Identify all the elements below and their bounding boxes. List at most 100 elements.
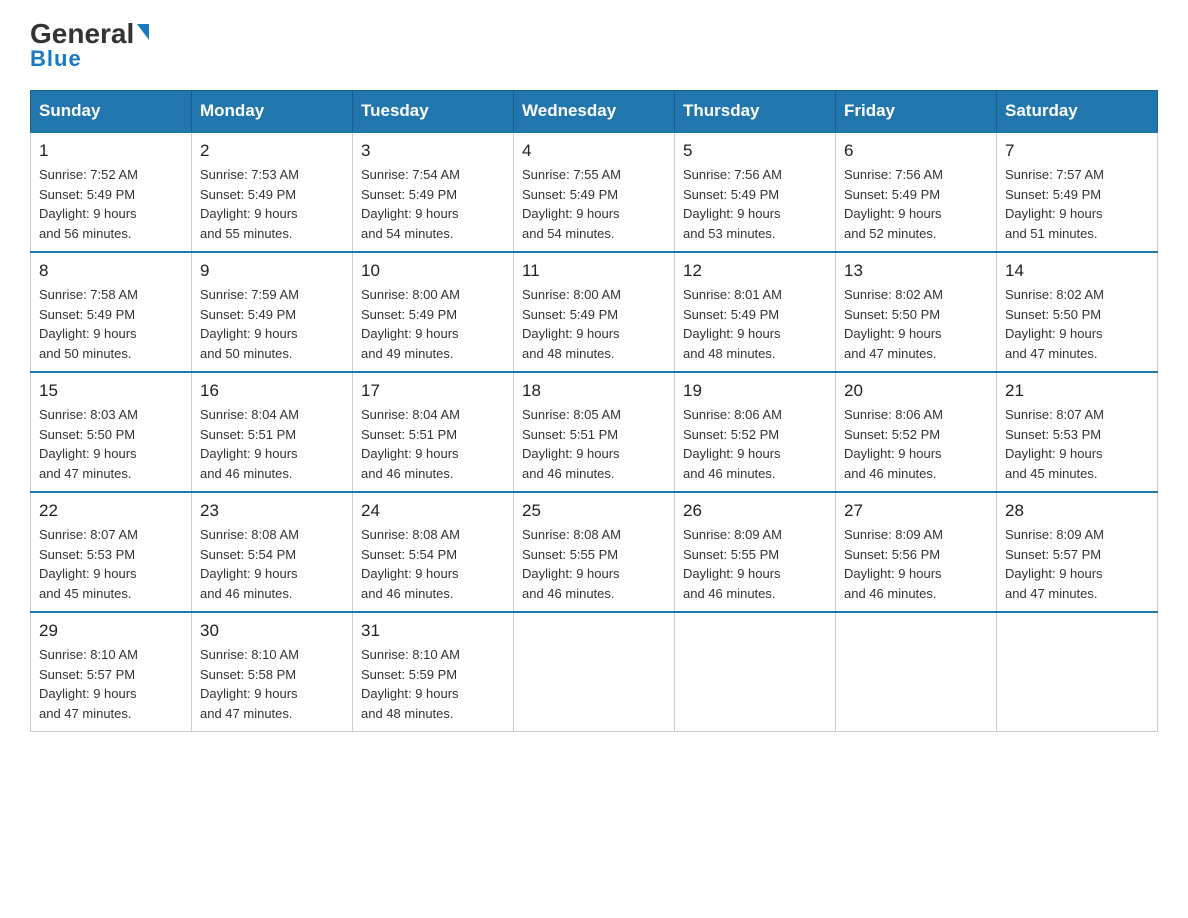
calendar-cell: 1 Sunrise: 7:52 AMSunset: 5:49 PMDaylight… [31, 132, 192, 252]
calendar-cell: 9Sunrise: 7:59 AMSunset: 5:49 PMDaylight… [192, 252, 353, 372]
day-number: 24 [361, 501, 505, 521]
header-tuesday: Tuesday [353, 91, 514, 133]
calendar-cell: 12 Sunrise: 8:01 AMSunset: 5:49 PMDayligh… [675, 252, 836, 372]
calendar-cell: 15 Sunrise: 8:03 AMSunset: 5:50 PMDayligh… [31, 372, 192, 492]
day-number: 18 [522, 381, 666, 401]
calendar-cell: 5 Sunrise: 7:56 AMSunset: 5:49 PMDaylight… [675, 132, 836, 252]
calendar-cell: 3Sunrise: 7:54 AMSunset: 5:49 PMDaylight… [353, 132, 514, 252]
day-info: Sunrise: 7:58 AMSunset: 5:49 PMDaylight:… [39, 285, 183, 363]
day-number: 27 [844, 501, 988, 521]
calendar-cell: 25Sunrise: 8:08 AMSunset: 5:55 PMDayligh… [514, 492, 675, 612]
day-info: Sunrise: 8:08 AMSunset: 5:54 PMDaylight:… [361, 525, 505, 603]
day-number: 21 [1005, 381, 1149, 401]
day-info: Sunrise: 8:00 AMSunset: 5:49 PMDaylight:… [361, 285, 505, 363]
calendar-cell: 13 Sunrise: 8:02 AMSunset: 5:50 PMDayligh… [836, 252, 997, 372]
logo: General Blue [30, 20, 149, 72]
day-number: 28 [1005, 501, 1149, 521]
day-number: 12 [683, 261, 827, 281]
day-number: 8 [39, 261, 183, 281]
calendar-cell: 10 Sunrise: 8:00 AMSunset: 5:49 PMDayligh… [353, 252, 514, 372]
day-number: 19 [683, 381, 827, 401]
calendar-cell: 16 Sunrise: 8:04 AMSunset: 5:51 PMDayligh… [192, 372, 353, 492]
day-info: Sunrise: 7:55 AMSunset: 5:49 PMDaylight:… [522, 165, 666, 243]
calendar-cell: 14 Sunrise: 8:02 AMSunset: 5:50 PMDayligh… [997, 252, 1158, 372]
week-row-5: 29 Sunrise: 8:10 AMSunset: 5:57 PMDayligh… [31, 612, 1158, 732]
calendar-cell [675, 612, 836, 732]
day-info: Sunrise: 7:56 AMSunset: 5:49 PMDaylight:… [683, 165, 827, 243]
day-info: Sunrise: 7:57 AMSunset: 5:49 PMDaylight:… [1005, 165, 1149, 243]
day-number: 30 [200, 621, 344, 641]
day-number: 7 [1005, 141, 1149, 161]
day-info: Sunrise: 8:04 AMSunset: 5:51 PMDaylight:… [200, 405, 344, 483]
calendar-cell [836, 612, 997, 732]
header-sunday: Sunday [31, 91, 192, 133]
week-row-2: 8 Sunrise: 7:58 AMSunset: 5:49 PMDaylight… [31, 252, 1158, 372]
day-number: 4 [522, 141, 666, 161]
logo-general: General [30, 20, 149, 48]
header-thursday: Thursday [675, 91, 836, 133]
calendar-cell: 26 Sunrise: 8:09 AMSunset: 5:55 PMDayligh… [675, 492, 836, 612]
day-number: 2 [200, 141, 344, 161]
day-info: Sunrise: 8:07 AMSunset: 5:53 PMDaylight:… [39, 525, 183, 603]
day-info: Sunrise: 8:00 AMSunset: 5:49 PMDaylight:… [522, 285, 666, 363]
day-info: Sunrise: 7:59 AMSunset: 5:49 PMDaylight:… [200, 285, 344, 363]
day-number: 5 [683, 141, 827, 161]
day-number: 14 [1005, 261, 1149, 281]
day-info: Sunrise: 8:03 AMSunset: 5:50 PMDaylight:… [39, 405, 183, 483]
day-number: 10 [361, 261, 505, 281]
day-info: Sunrise: 8:05 AMSunset: 5:51 PMDaylight:… [522, 405, 666, 483]
header-saturday: Saturday [997, 91, 1158, 133]
calendar-cell: 7 Sunrise: 7:57 AMSunset: 5:49 PMDaylight… [997, 132, 1158, 252]
day-info: Sunrise: 8:02 AMSunset: 5:50 PMDaylight:… [844, 285, 988, 363]
day-info: Sunrise: 7:56 AMSunset: 5:49 PMDaylight:… [844, 165, 988, 243]
page-header: General Blue [30, 20, 1158, 72]
calendar-cell: 22 Sunrise: 8:07 AMSunset: 5:53 PMDayligh… [31, 492, 192, 612]
calendar-cell: 29 Sunrise: 8:10 AMSunset: 5:57 PMDayligh… [31, 612, 192, 732]
day-info: Sunrise: 8:09 AMSunset: 5:55 PMDaylight:… [683, 525, 827, 603]
day-info: Sunrise: 7:53 AMSunset: 5:49 PMDaylight:… [200, 165, 344, 243]
calendar-cell: 18 Sunrise: 8:05 AMSunset: 5:51 PMDayligh… [514, 372, 675, 492]
calendar-cell: 24 Sunrise: 8:08 AMSunset: 5:54 PMDayligh… [353, 492, 514, 612]
day-info: Sunrise: 8:08 AMSunset: 5:54 PMDaylight:… [200, 525, 344, 603]
day-number: 11 [522, 261, 666, 281]
day-number: 15 [39, 381, 183, 401]
day-info: Sunrise: 8:06 AMSunset: 5:52 PMDaylight:… [683, 405, 827, 483]
header-wednesday: Wednesday [514, 91, 675, 133]
day-info: Sunrise: 7:52 AMSunset: 5:49 PMDaylight:… [39, 165, 183, 243]
logo-blue: Blue [30, 46, 82, 72]
calendar-cell: 30 Sunrise: 8:10 AMSunset: 5:58 PMDayligh… [192, 612, 353, 732]
day-number: 20 [844, 381, 988, 401]
calendar-cell: 19 Sunrise: 8:06 AMSunset: 5:52 PMDayligh… [675, 372, 836, 492]
calendar-cell [997, 612, 1158, 732]
day-number: 3 [361, 141, 505, 161]
day-number: 16 [200, 381, 344, 401]
week-row-3: 15 Sunrise: 8:03 AMSunset: 5:50 PMDayligh… [31, 372, 1158, 492]
day-number: 1 [39, 141, 183, 161]
calendar-cell: 17 Sunrise: 8:04 AMSunset: 5:51 PMDayligh… [353, 372, 514, 492]
day-info: Sunrise: 8:04 AMSunset: 5:51 PMDaylight:… [361, 405, 505, 483]
day-number: 31 [361, 621, 505, 641]
calendar-cell: 21 Sunrise: 8:07 AMSunset: 5:53 PMDayligh… [997, 372, 1158, 492]
header-monday: Monday [192, 91, 353, 133]
day-number: 25 [522, 501, 666, 521]
day-number: 26 [683, 501, 827, 521]
day-info: Sunrise: 8:07 AMSunset: 5:53 PMDaylight:… [1005, 405, 1149, 483]
day-number: 17 [361, 381, 505, 401]
calendar-cell [514, 612, 675, 732]
day-number: 23 [200, 501, 344, 521]
week-row-4: 22 Sunrise: 8:07 AMSunset: 5:53 PMDayligh… [31, 492, 1158, 612]
day-info: Sunrise: 8:02 AMSunset: 5:50 PMDaylight:… [1005, 285, 1149, 363]
day-info: Sunrise: 8:10 AMSunset: 5:57 PMDaylight:… [39, 645, 183, 723]
calendar-cell: 2 Sunrise: 7:53 AMSunset: 5:49 PMDaylight… [192, 132, 353, 252]
calendar-cell: 6Sunrise: 7:56 AMSunset: 5:49 PMDaylight… [836, 132, 997, 252]
calendar-cell: 31Sunrise: 8:10 AMSunset: 5:59 PMDayligh… [353, 612, 514, 732]
day-number: 29 [39, 621, 183, 641]
day-info: Sunrise: 8:09 AMSunset: 5:57 PMDaylight:… [1005, 525, 1149, 603]
day-number: 13 [844, 261, 988, 281]
day-info: Sunrise: 8:01 AMSunset: 5:49 PMDaylight:… [683, 285, 827, 363]
calendar-cell: 20 Sunrise: 8:06 AMSunset: 5:52 PMDayligh… [836, 372, 997, 492]
week-row-1: 1 Sunrise: 7:52 AMSunset: 5:49 PMDaylight… [31, 132, 1158, 252]
day-info: Sunrise: 8:10 AMSunset: 5:58 PMDaylight:… [200, 645, 344, 723]
day-number: 22 [39, 501, 183, 521]
day-info: Sunrise: 8:06 AMSunset: 5:52 PMDaylight:… [844, 405, 988, 483]
